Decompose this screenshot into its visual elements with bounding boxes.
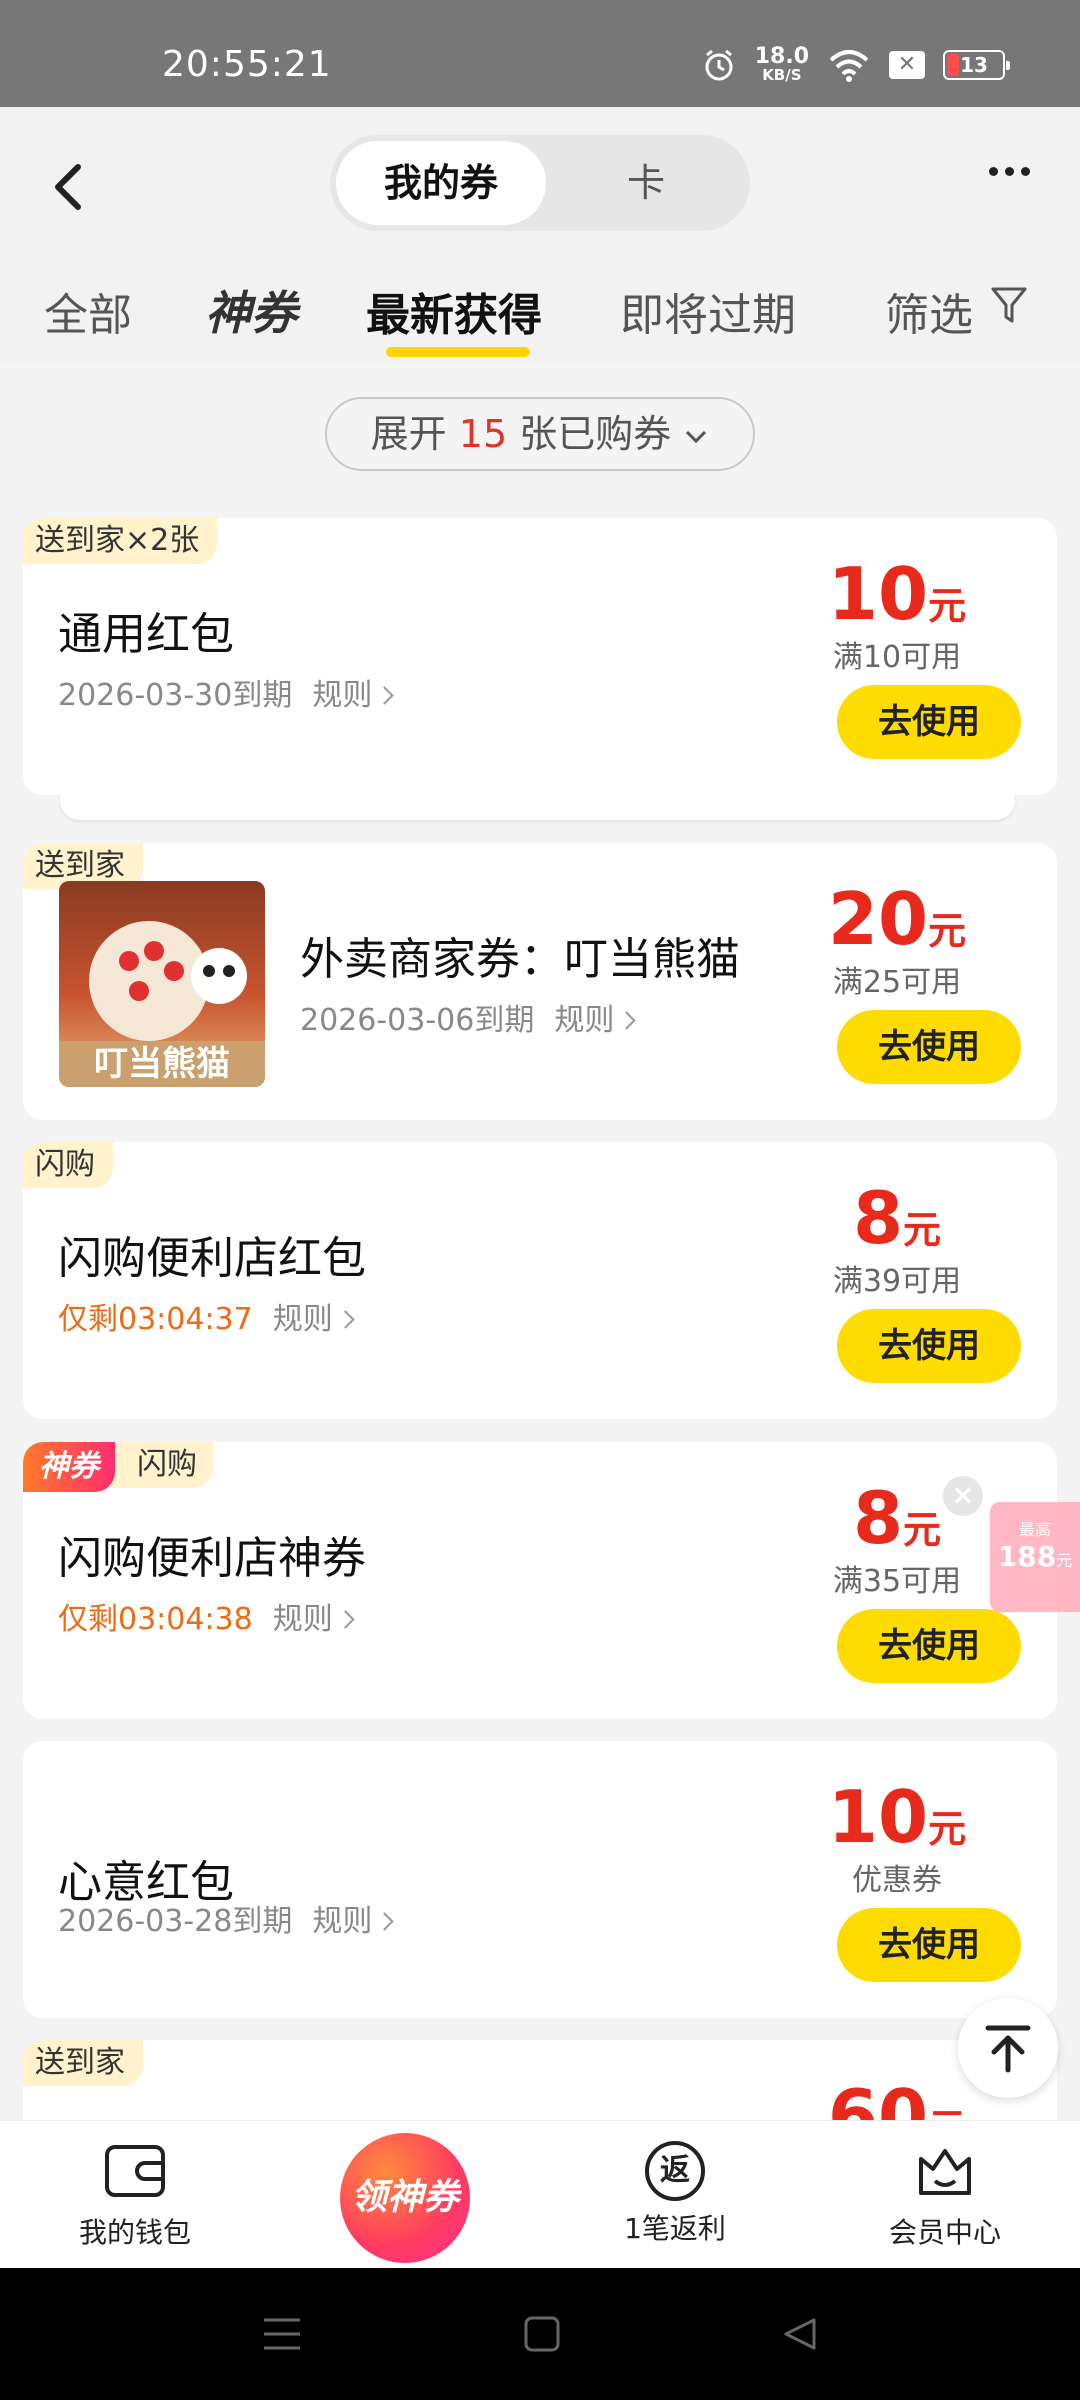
coupon-amount: 20元 bbox=[827, 877, 967, 961]
promo-close-icon[interactable]: × bbox=[943, 1476, 983, 1516]
segment-control: 我的券 卡 bbox=[330, 135, 750, 231]
coupon-amount: 10元 bbox=[827, 1775, 967, 1859]
coupon-card[interactable]: 送到家×2张 通用红包 2026-03-30到期 规则 10元 满10可用 去使用 bbox=[23, 518, 1057, 795]
back-to-top-button[interactable] bbox=[958, 1998, 1058, 2098]
menu-icon[interactable] bbox=[262, 2316, 302, 2352]
coupon-condition: 满39可用 bbox=[832, 1264, 962, 1299]
tab-shenquan[interactable]: 神券 bbox=[205, 277, 297, 343]
no-sim-icon: ✕ bbox=[889, 50, 925, 79]
coupon-title: 闪购便利店红包 bbox=[58, 1233, 366, 1284]
nav-rebate[interactable]: 返 1笔返利 bbox=[575, 2141, 775, 2247]
coupon-condition: 满25可用 bbox=[832, 965, 962, 1000]
use-button[interactable]: 去使用 bbox=[837, 1609, 1021, 1683]
battery-icon: 13 bbox=[943, 49, 1010, 80]
use-button[interactable]: 去使用 bbox=[837, 1010, 1021, 1084]
wifi-icon bbox=[829, 49, 869, 82]
more-icon[interactable] bbox=[989, 167, 1030, 176]
coupon-condition: 满10可用 bbox=[832, 640, 962, 675]
shenquan-badge: 神券 bbox=[23, 1442, 115, 1492]
expand-purchased-button[interactable]: 展开 15 张已购券 bbox=[325, 397, 755, 471]
rule-link[interactable]: 规则 bbox=[554, 1003, 637, 1038]
tab-all[interactable]: 全部 bbox=[44, 279, 132, 343]
coupon-tabs: 全部 神券 最新获得 即将过期 筛选 bbox=[0, 267, 1080, 357]
rule-link[interactable]: 规则 bbox=[312, 1904, 395, 1939]
thumbnail-label: 叮当熊猫 bbox=[94, 1044, 230, 1084]
use-button[interactable]: 去使用 bbox=[837, 1309, 1021, 1383]
nav-get-coupons[interactable]: 领神券 bbox=[340, 2133, 470, 2263]
coupon-badge: 送到家×2张 bbox=[23, 518, 218, 564]
chevron-down-icon bbox=[686, 430, 707, 443]
tab-filter[interactable]: 筛选 bbox=[885, 279, 973, 343]
use-button[interactable]: 去使用 bbox=[837, 1908, 1021, 1982]
tab-expiring[interactable]: 即将过期 bbox=[620, 279, 796, 343]
coupon-card[interactable]: 心意红包 2026-03-28到期 规则 10元 优惠券 去使用 bbox=[23, 1741, 1057, 2018]
coupon-badge: 送到家 bbox=[23, 2040, 143, 2086]
filter-icon[interactable] bbox=[990, 285, 1028, 327]
crown-icon bbox=[919, 2149, 971, 2195]
tab-newest[interactable]: 最新获得 bbox=[366, 279, 542, 343]
coupon-meta: 仅剩03:04:38 规则 bbox=[58, 1594, 355, 1638]
coupon-card[interactable]: 送到家 叮当熊猫 外卖商家券：叮当熊猫 2026-03-06到期 规则 20元 满… bbox=[23, 843, 1057, 1120]
home-icon[interactable] bbox=[522, 2314, 562, 2354]
rebate-icon: 返 bbox=[645, 2141, 705, 2201]
floating-promo[interactable]: 最高 188元 bbox=[990, 1502, 1080, 1612]
use-button[interactable]: 去使用 bbox=[837, 685, 1021, 759]
header: 我的券 卡 全部 神券 最新获得 即将过期 筛选 bbox=[0, 107, 1080, 362]
system-navigation-bar bbox=[0, 2268, 1080, 2400]
coupon-badge: 闪购 bbox=[111, 1442, 213, 1488]
coupon-title: 外卖商家券：叮当熊猫 bbox=[300, 934, 740, 985]
rule-link[interactable]: 规则 bbox=[273, 1302, 355, 1337]
coupon-meta: 仅剩03:04:37 规则 bbox=[58, 1294, 355, 1338]
coupon-amount: 8元 bbox=[852, 1176, 942, 1260]
back-nav-icon[interactable] bbox=[780, 2314, 820, 2354]
back-icon[interactable] bbox=[40, 147, 100, 227]
merchant-thumbnail: 叮当熊猫 bbox=[59, 881, 265, 1087]
segment-my-coupons[interactable]: 我的券 bbox=[336, 141, 546, 225]
wallet-icon bbox=[105, 2145, 165, 2197]
alarm-icon bbox=[705, 49, 733, 80]
status-icons: 18.0 KB/S ✕ 13 bbox=[701, 44, 1010, 84]
coupon-amount: 10元 bbox=[827, 552, 967, 636]
coupon-card[interactable]: 神券 闪购 闪购便利店神券 仅剩03:04:38 规则 8元 满35可用 去使用 bbox=[23, 1442, 1057, 1719]
nav-wallet[interactable]: 我的钱包 bbox=[35, 2141, 235, 2251]
coupon-meta: 2026-03-06到期 规则 bbox=[300, 995, 637, 1039]
coupon-card[interactable]: 送到家 60元 bbox=[23, 2040, 1057, 2120]
bottom-nav: 我的钱包 领神券 返 1笔返利 会员中心 bbox=[0, 2120, 1080, 2268]
coupon-condition: 优惠券 bbox=[852, 1863, 942, 1898]
arrow-up-icon bbox=[985, 2025, 1031, 2073]
rule-link[interactable]: 规则 bbox=[312, 678, 395, 713]
coupon-badge: 闪购 bbox=[23, 1142, 113, 1188]
coupon-condition: 满35可用 bbox=[832, 1564, 962, 1599]
network-speed: 18.0 KB/S bbox=[754, 44, 809, 84]
coupon-title: 通用红包 bbox=[58, 609, 234, 660]
rule-link[interactable]: 规则 bbox=[273, 1602, 355, 1637]
status-time: 20:55:21 bbox=[162, 44, 332, 85]
status-bar: 20:55:21 18.0 KB/S ✕ 13 bbox=[0, 0, 1080, 107]
nav-member[interactable]: 会员中心 bbox=[845, 2141, 1045, 2251]
active-tab-indicator bbox=[386, 347, 530, 357]
segment-cards[interactable]: 卡 bbox=[546, 141, 746, 225]
coupon-meta: 2026-03-28到期 规则 bbox=[58, 1896, 395, 1940]
coupon-card[interactable]: 闪购 闪购便利店红包 仅剩03:04:37 规则 8元 满39可用 去使用 bbox=[23, 1142, 1057, 1419]
coupon-title: 闪购便利店神券 bbox=[58, 1533, 366, 1584]
coupon-meta: 2026-03-30到期 规则 bbox=[58, 670, 395, 714]
